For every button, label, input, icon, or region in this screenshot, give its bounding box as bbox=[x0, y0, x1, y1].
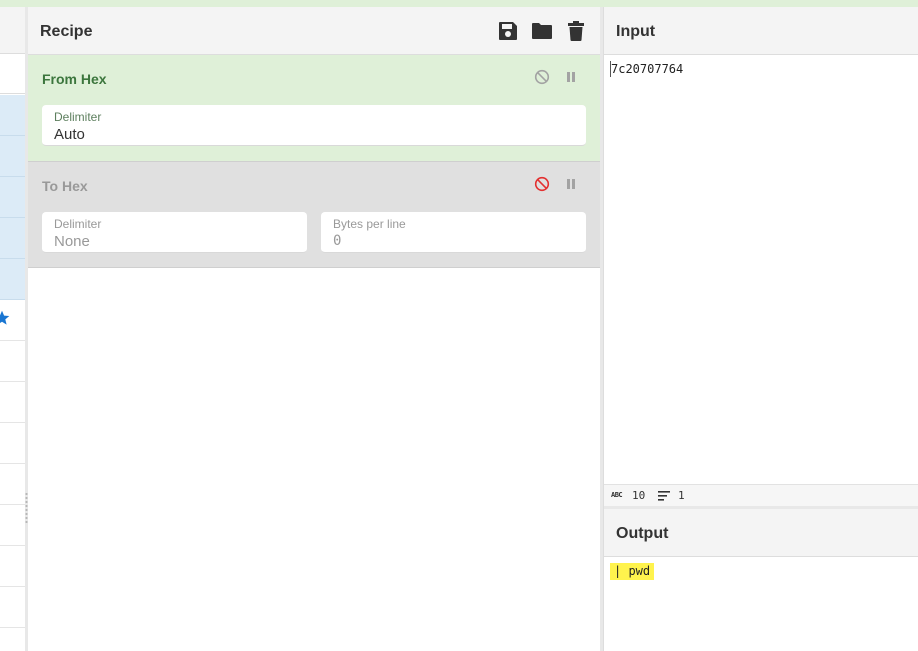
recipe-title: Recipe bbox=[40, 23, 93, 40]
operation-list-item[interactable] bbox=[0, 136, 25, 177]
operations-panel bbox=[0, 7, 25, 651]
bytes-per-line-value[interactable]: 0 bbox=[333, 233, 341, 249]
disable-icon[interactable] bbox=[534, 176, 550, 192]
trash-icon[interactable] bbox=[565, 20, 587, 42]
delimiter-value[interactable]: None bbox=[54, 233, 90, 250]
io-panel: Input 7c20707764 ABC 10 1 Output | pwd bbox=[603, 7, 918, 651]
input-header: Input bbox=[604, 7, 918, 55]
operations-search-input[interactable] bbox=[0, 55, 25, 94]
recipe-operation-from-hex[interactable]: From Hex Delimiter Auto bbox=[28, 55, 600, 162]
folder-icon[interactable] bbox=[531, 20, 553, 42]
pause-icon[interactable] bbox=[563, 69, 579, 85]
input-textarea[interactable]: 7c20707764 bbox=[611, 62, 683, 76]
disable-icon[interactable] bbox=[534, 69, 550, 85]
operation-category[interactable] bbox=[0, 546, 25, 587]
input-title: Input bbox=[616, 23, 656, 40]
operation-category[interactable] bbox=[0, 464, 25, 505]
operation-category[interactable] bbox=[0, 505, 25, 546]
operation-title: From Hex bbox=[42, 71, 107, 87]
bytes-per-line-field[interactable]: Bytes per line 0 bbox=[321, 212, 586, 253]
operation-title: To Hex bbox=[42, 178, 88, 194]
length-icon: ABC bbox=[611, 491, 623, 499]
pause-icon[interactable] bbox=[563, 176, 579, 192]
operation-category[interactable] bbox=[0, 587, 25, 628]
lines-icon bbox=[658, 491, 670, 501]
delimiter-label: Delimiter bbox=[54, 217, 102, 231]
output-title: Output bbox=[616, 525, 669, 542]
operation-category[interactable] bbox=[0, 423, 25, 464]
output-header: Output bbox=[604, 509, 918, 557]
recipe-operation-to-hex[interactable]: To Hex Delimiter None Bytes per line 0 bbox=[28, 162, 600, 268]
operations-header bbox=[0, 7, 25, 54]
output-text[interactable]: | pwd bbox=[610, 563, 655, 580]
recipe-panel: Recipe From Hex Delimiter Auto To Hex De… bbox=[28, 7, 600, 651]
delimiter-field[interactable]: Delimiter Auto bbox=[42, 105, 586, 146]
top-status-strip bbox=[0, 0, 918, 7]
star-icon bbox=[0, 310, 10, 325]
bytes-per-line-label: Bytes per line bbox=[333, 217, 406, 231]
input-status-bar: ABC 10 1 bbox=[604, 484, 918, 506]
operation-list-item[interactable] bbox=[0, 177, 25, 218]
operation-list-item[interactable] bbox=[0, 259, 25, 300]
operation-category[interactable] bbox=[0, 382, 25, 423]
input-line-count: 1 bbox=[678, 489, 685, 502]
delimiter-label: Delimiter bbox=[54, 110, 102, 124]
operation-category-favourites[interactable] bbox=[0, 300, 25, 341]
operation-list-item[interactable] bbox=[0, 95, 25, 136]
operation-list-item[interactable] bbox=[0, 218, 25, 259]
operation-category[interactable] bbox=[0, 341, 25, 382]
recipe-header: Recipe bbox=[28, 7, 600, 55]
delimiter-field[interactable]: Delimiter None bbox=[42, 212, 307, 253]
input-length: 10 bbox=[632, 489, 646, 502]
delimiter-value[interactable]: Auto bbox=[54, 126, 85, 143]
save-icon[interactable] bbox=[497, 20, 519, 42]
